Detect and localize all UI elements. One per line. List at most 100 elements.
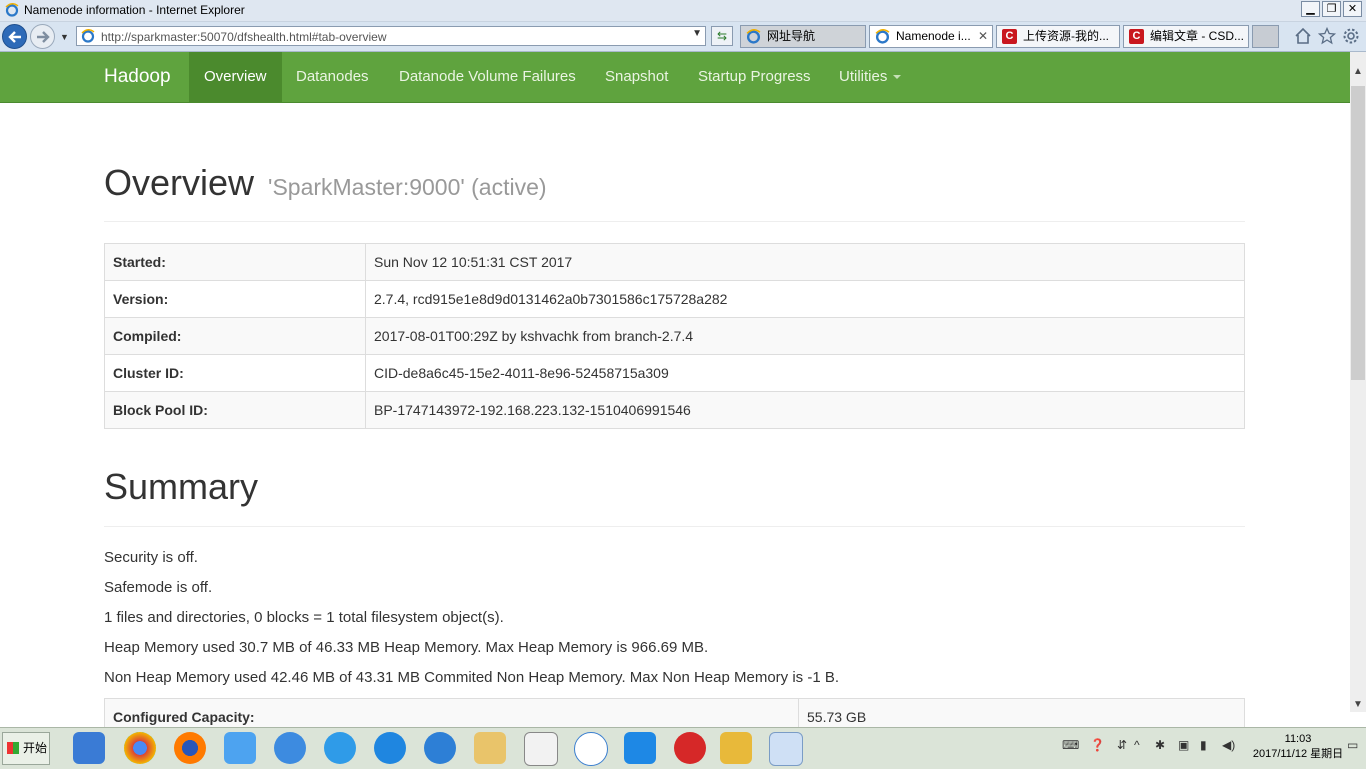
firefox-icon[interactable]	[174, 732, 206, 764]
nav-startup-progress[interactable]: Startup Progress	[683, 52, 826, 102]
arrow-right-icon	[37, 31, 50, 43]
hadoop-navbar: Hadoop Overview Datanodes Datanode Volum…	[0, 52, 1350, 103]
scroll-up-icon[interactable]: ▲	[1353, 66, 1363, 77]
vertical-scrollbar[interactable]: ▲ ▼	[1350, 52, 1366, 712]
table-row: Started: Sun Nov 12 10:51:31 CST 2017	[104, 243, 1245, 281]
overview-subtitle: 'SparkMaster:9000' (active)	[268, 174, 547, 200]
row-value: Sun Nov 12 10:51:31 CST 2017	[365, 243, 1245, 281]
back-button[interactable]	[2, 24, 27, 49]
ie-logo-icon	[5, 3, 19, 17]
taskbar: 开始 ⌨ ❓ ⇵ ^ ✱ ▣ ▮ ◀) 11:03 2017/11/12 星期日…	[0, 727, 1366, 769]
row-key: Version:	[104, 280, 366, 318]
clock-time: 11:03	[1284, 733, 1312, 745]
divider	[104, 526, 1245, 527]
table-row: Version: 2.7.4, rcd915e1e8d9d0131462a0b7…	[104, 280, 1245, 318]
scroll-down-icon[interactable]: ▼	[1353, 699, 1363, 710]
row-key: Block Pool ID:	[104, 391, 366, 429]
cloud-sync-icon[interactable]	[574, 732, 608, 766]
chrome-icon[interactable]	[124, 732, 156, 764]
summary-line: Safemode is off.	[104, 579, 213, 596]
row-key: Cluster ID:	[104, 354, 366, 392]
keyboard-icon[interactable]: ⌨	[1062, 738, 1079, 752]
row-value: 2.7.4, rcd915e1e8d9d0131462a0b7301586c17…	[365, 280, 1245, 318]
row-key: Compiled:	[104, 317, 366, 355]
csdn-icon: C	[1002, 29, 1017, 44]
show-hidden-icons-icon[interactable]: ^	[1134, 738, 1140, 752]
minimize-button[interactable]: ▁	[1301, 1, 1320, 17]
arrow-left-icon	[8, 31, 21, 43]
row-value: BP-1747143972-192.168.223.132-1510406991…	[365, 391, 1245, 429]
media-player-icon[interactable]	[73, 732, 105, 764]
tab-label: 编辑文章 - CSD...	[1150, 29, 1245, 43]
restore-button[interactable]: ❐	[1322, 1, 1341, 17]
row-value: 2017-08-01T00:29Z by kshvachk from branc…	[365, 317, 1245, 355]
baidu-browser-icon[interactable]	[424, 732, 456, 764]
network-icon[interactable]: ▮	[1200, 738, 1207, 752]
new-tab-button[interactable]	[1252, 25, 1279, 48]
tab-label: 上传资源-我的...	[1023, 29, 1109, 43]
nav-datanode-volume-failures[interactable]: Datanode Volume Failures	[384, 52, 591, 102]
device-icon[interactable]: ▣	[1178, 738, 1189, 752]
row-value: CID-de8a6c45-15e2-4011-8e96-52458715a309	[365, 354, 1245, 392]
address-url[interactable]: http://sparkmaster:50070/dfshealth.html#…	[101, 30, 386, 44]
close-button[interactable]: ✕	[1343, 1, 1362, 17]
volume-icon[interactable]: ◀)	[1222, 738, 1235, 752]
scroll-thumb[interactable]	[1351, 86, 1365, 380]
gear-icon[interactable]	[1342, 27, 1360, 45]
row-key: Started:	[104, 243, 366, 281]
csdn-icon: C	[1129, 29, 1144, 44]
start-label: 开始	[23, 741, 48, 755]
overview-heading: Overview 'SparkMaster:9000' (active)	[104, 162, 547, 204]
tab-label: 网址导航	[767, 29, 816, 43]
shopping-icon[interactable]	[674, 732, 706, 764]
summary-heading: Summary	[104, 466, 259, 507]
windows-logo-icon	[7, 742, 19, 754]
overview-title: Overview	[104, 162, 255, 203]
tab-namenode[interactable]: Namenode i... ✕	[869, 25, 993, 48]
nav-snapshot[interactable]: Snapshot	[590, 52, 683, 102]
nav-datanodes[interactable]: Datanodes	[281, 52, 384, 102]
window-title: Namenode information - Internet Explorer	[24, 3, 245, 17]
forward-button[interactable]	[30, 24, 55, 49]
nav-overview[interactable]: Overview	[189, 52, 282, 102]
table-row: Compiled: 2017-08-01T00:29Z by kshvachk …	[104, 317, 1245, 355]
ie-page-icon	[81, 29, 95, 43]
tab-nav[interactable]: 网址导航	[740, 25, 866, 48]
show-desktop-icon[interactable]: ▭	[1347, 738, 1358, 752]
caret-down-icon	[893, 75, 902, 80]
tab-label: Namenode i...	[896, 29, 971, 43]
bluetooth-icon[interactable]: ✱	[1155, 738, 1165, 752]
summary-line: 1 files and directories, 0 blocks = 1 to…	[104, 609, 504, 626]
navbar-brand[interactable]: Hadoop	[104, 52, 171, 102]
tab-upload[interactable]: C 上传资源-我的...	[996, 25, 1120, 48]
summary-line: Security is off.	[104, 549, 198, 566]
vm-app-icon[interactable]	[720, 732, 752, 764]
table-row: Block Pool ID: BP-1747143972-192.168.223…	[104, 391, 1245, 429]
address-bar[interactable]: http://sparkmaster:50070/dfshealth.html#…	[76, 26, 706, 46]
baidu-cloud-icon[interactable]	[274, 732, 306, 764]
bird-app-icon[interactable]	[224, 732, 256, 764]
ie-taskbar-icon[interactable]	[374, 732, 406, 764]
history-dropdown-icon[interactable]: ▼	[60, 32, 69, 42]
notepad-icon[interactable]	[524, 732, 558, 766]
folder-icon[interactable]	[474, 732, 506, 764]
window-title-bar: Namenode information - Internet Explorer…	[0, 0, 1366, 22]
input-method-icon[interactable]: ⇵	[1117, 738, 1127, 752]
nav-utilities-label: Utilities	[839, 68, 888, 85]
tab-edit-article[interactable]: C 编辑文章 - CSD...	[1123, 25, 1249, 48]
divider	[104, 221, 1245, 222]
overview-table: Started: Sun Nov 12 10:51:31 CST 2017 Ve…	[104, 243, 1245, 429]
compass-app-icon[interactable]	[324, 732, 356, 764]
favorites-star-icon[interactable]	[1317, 26, 1337, 45]
address-dropdown-icon[interactable]: ▼	[692, 28, 702, 39]
nav-utilities[interactable]: Utilities	[824, 52, 916, 102]
refresh-button[interactable]: ⇆	[711, 26, 733, 46]
start-button[interactable]: 开始	[2, 732, 50, 765]
app-99-icon[interactable]	[624, 732, 656, 764]
summary-line: Non Heap Memory used 42.46 MB of 43.31 M…	[104, 669, 840, 686]
help-icon[interactable]: ❓	[1090, 738, 1105, 752]
ie-active-icon[interactable]	[769, 732, 803, 766]
clock[interactable]: 11:03 2017/11/12 星期日	[1248, 732, 1348, 762]
tab-close-icon[interactable]: ✕	[978, 26, 988, 47]
home-icon[interactable]	[1294, 27, 1312, 45]
